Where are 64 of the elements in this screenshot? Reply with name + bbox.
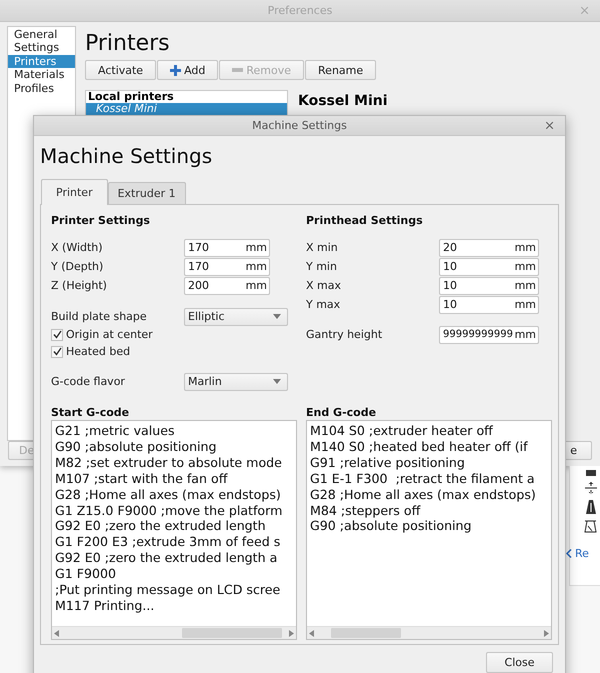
sidebar-item[interactable]: Profiles: [8, 82, 75, 96]
dropdown-caret-icon: [273, 314, 281, 319]
close-button[interactable]: Close: [486, 652, 553, 673]
number-field[interactable]: 10 mm: [439, 276, 539, 294]
list-item[interactable]: Kossel Mini: [86, 103, 287, 115]
chevron-left-icon: [566, 549, 572, 558]
checkbox-label: Heated bed: [66, 345, 130, 358]
checkbox-label: Origin at center: [66, 328, 153, 341]
scroll-right-icon[interactable]: [544, 630, 549, 636]
start-gcode-editor[interactable]: G21 ;metric values G90 ;absolute positioning M82 ;set extruder to absolute mode M107 ;start with the fan off G28 ;Home all axes (max endstops) G1 Z15.0 F9000 ;move the platform G92 E0 ;zero the extruded length G1 F200 E3 ;extrude 3mm of feed s G92 E0 ;zero the extruded length a G1 F9000 ;Put printing message on LCD scree M117 Printing...: [51, 420, 297, 640]
split-icon[interactable]: [585, 482, 597, 494]
field-label: Z (Height): [51, 279, 108, 292]
toolbar-button[interactable]: Activate: [85, 60, 156, 80]
plus-icon: [170, 64, 182, 76]
sidebar-item[interactable]: General Settings: [8, 28, 75, 55]
number-field[interactable]: 170 mm: [184, 258, 270, 276]
field-label: Build plate shape: [51, 310, 148, 323]
checkbox[interactable]: [51, 346, 63, 358]
end-gcode-editor[interactable]: M104 S0 ;extruder heater off M140 S0 ;heated bed heater off (if G91 ;relative positioning G1 E-1 F300 ;retract the filament a G28 ;Home all axes (max endstops) M84 ;steppers off G90 ;absolute positioning: [306, 420, 552, 640]
link[interactable]: Re: [566, 547, 589, 560]
close-button[interactable]: ×: [544, 118, 555, 133]
tab[interactable]: Printer: [41, 179, 108, 205]
checkbox[interactable]: [51, 328, 63, 340]
printer-name: Kossel Mini: [298, 92, 388, 110]
window-title: Machine Settings: [252, 119, 347, 132]
support-icon[interactable]: [585, 500, 597, 514]
number-field[interactable]: 10 mm: [439, 296, 539, 314]
toolbar-button[interactable]: Add: [157, 60, 218, 80]
dropdown[interactable]: Elliptic: [184, 308, 288, 326]
field-label: Y min: [306, 260, 338, 273]
number-field[interactable]: 99999999999 mm: [439, 326, 539, 344]
field-label: X (Width): [51, 241, 104, 254]
field-label: X max: [306, 279, 342, 292]
list-header: Local printers: [87, 91, 175, 103]
number-field[interactable]: 10 mm: [439, 258, 539, 276]
field-label: Gantry height: [306, 328, 384, 341]
scroll-left-icon[interactable]: [54, 630, 59, 636]
page-heading: Printers: [85, 30, 171, 58]
link-text[interactable]: Re: [575, 547, 589, 560]
sidebar-item[interactable]: Materials: [8, 68, 75, 82]
field-label: X min: [306, 241, 339, 254]
number-field[interactable]: 170 mm: [184, 238, 270, 256]
section-title: Start G-code: [51, 407, 130, 419]
toolbar-button[interactable]: Rename: [305, 60, 376, 80]
section-title: Printer Settings: [51, 214, 151, 228]
tab[interactable]: Extruder 1: [108, 182, 186, 205]
scroll-left-icon[interactable]: [309, 630, 314, 636]
section-title: Printhead Settings: [306, 214, 424, 228]
outline-icon[interactable]: [584, 520, 597, 533]
field-label: Y max: [306, 298, 342, 311]
number-field[interactable]: 20 mm: [439, 238, 539, 256]
sidebar-item[interactable]: Printers: [8, 54, 75, 68]
minus-icon: [232, 68, 244, 72]
horizontal-scrollbar[interactable]: [307, 626, 551, 639]
dialog-heading: Machine Settings: [40, 143, 214, 170]
section-title: End G-code: [306, 407, 378, 419]
field-label: Y (Depth): [51, 260, 104, 273]
dropdown-caret-icon: [273, 379, 281, 384]
dropdown[interactable]: Marlin: [184, 372, 288, 390]
window-title: Preferences: [268, 4, 332, 17]
number-field[interactable]: 200 mm: [184, 276, 270, 294]
horizontal-scrollbar[interactable]: [52, 626, 296, 639]
scroll-right-icon[interactable]: [289, 630, 294, 636]
field-label: G-code flavor: [51, 375, 126, 388]
